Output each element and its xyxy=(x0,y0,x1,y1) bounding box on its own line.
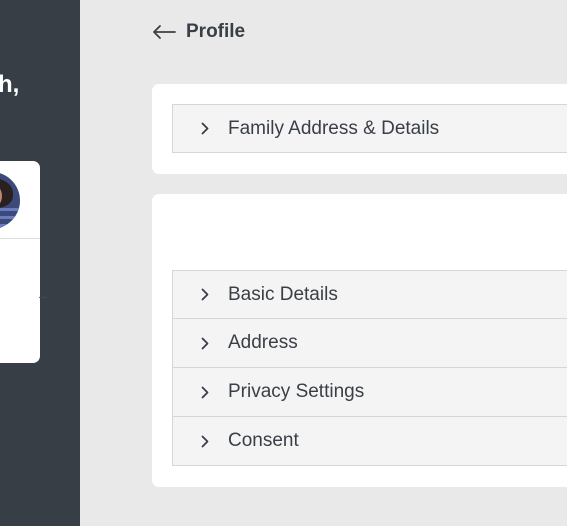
family-section-card: Family Address & Details xyxy=(152,84,567,174)
profile-section-card: Basic Details Address Privacy Settings C… xyxy=(152,194,567,487)
greeting-text: h, xyxy=(0,71,20,98)
chevron-right-icon xyxy=(201,122,211,136)
accordion-label: Family Address & Details xyxy=(228,117,440,139)
chevron-right-icon xyxy=(201,385,211,399)
accordion-basic-details[interactable]: Basic Details xyxy=(172,270,567,319)
accordion-address[interactable]: Address xyxy=(172,319,567,368)
left-sidebar: h, ... xyxy=(0,0,80,526)
accordion-label: Basic Details xyxy=(228,283,338,305)
accordion-privacy-settings[interactable]: Privacy Settings xyxy=(172,368,567,417)
card-divider xyxy=(0,238,40,239)
accordion-consent[interactable]: Consent xyxy=(172,417,567,466)
user-card[interactable] xyxy=(0,161,40,363)
chevron-right-icon xyxy=(201,434,211,448)
accordion-label: Address xyxy=(228,332,298,353)
page-title: Profile xyxy=(186,21,246,42)
accordion-label: Consent xyxy=(228,430,299,451)
arrow-left-icon xyxy=(152,24,176,40)
accordion-label: Privacy Settings xyxy=(228,381,365,402)
back-button[interactable]: Profile xyxy=(152,20,245,44)
chevron-right-icon xyxy=(201,336,211,350)
chevron-right-icon xyxy=(201,288,211,302)
avatar[interactable] xyxy=(0,172,20,229)
accordion-family-address[interactable]: Family Address & Details xyxy=(172,104,567,153)
user-card-text: ... xyxy=(38,290,47,301)
